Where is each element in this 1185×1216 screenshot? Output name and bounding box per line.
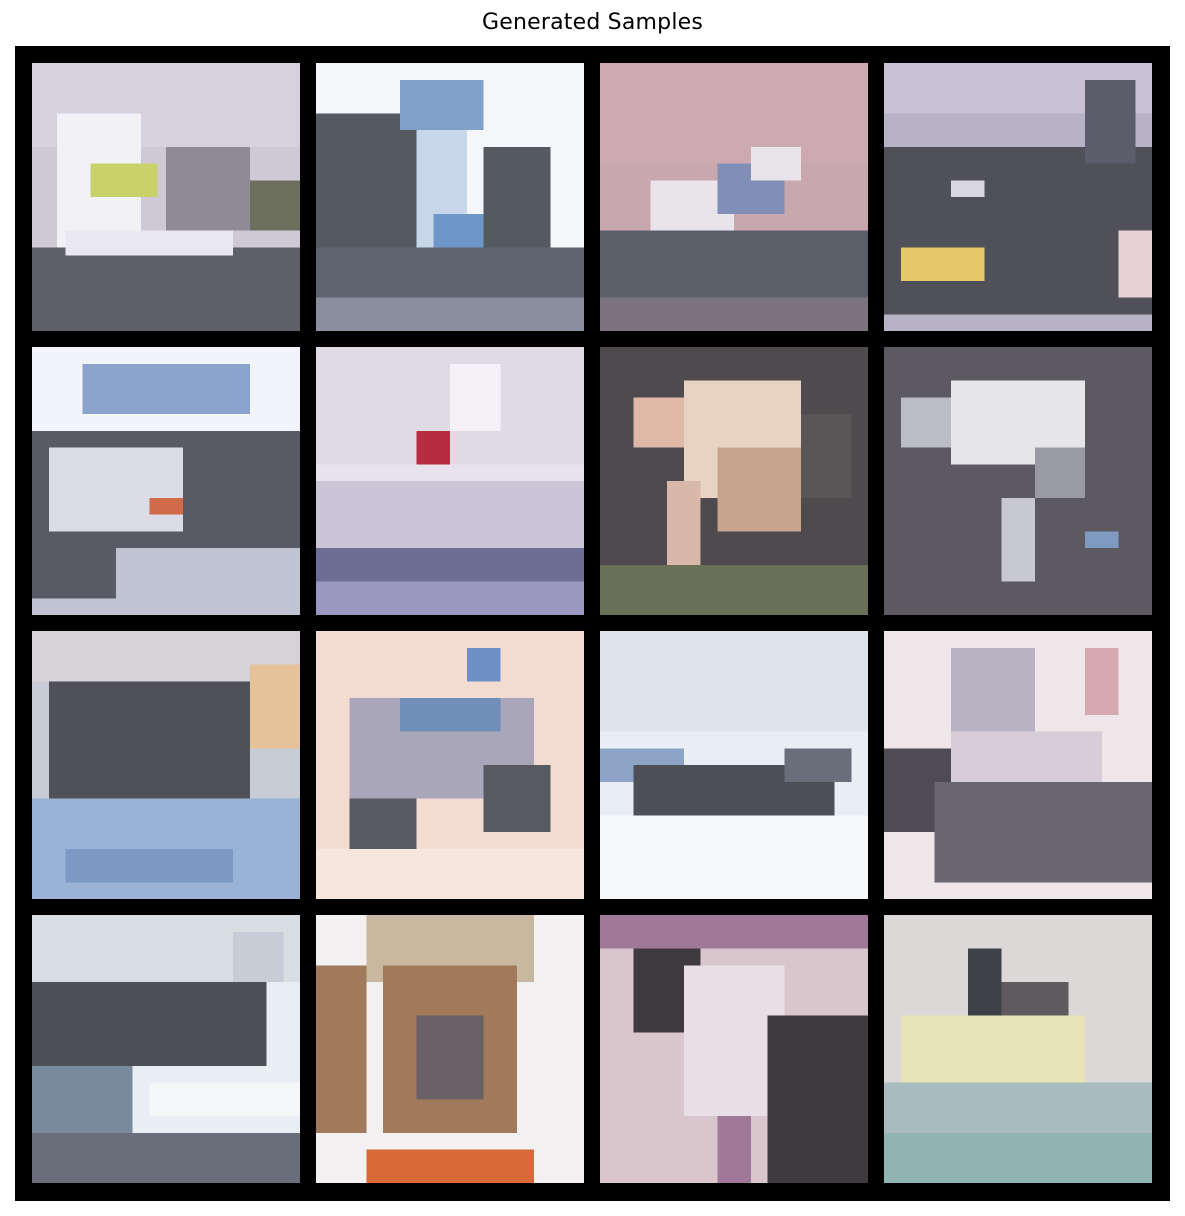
sample-image-11	[600, 631, 868, 899]
sample-image-8	[884, 347, 1152, 615]
figure-title: Generated Samples	[481, 10, 704, 35]
sample-image-2	[316, 63, 584, 331]
sample-image-1	[32, 63, 300, 331]
sample-image-16	[884, 915, 1152, 1183]
sample-image-12	[884, 631, 1152, 899]
sample-image-6	[316, 347, 584, 615]
sample-image-9	[32, 631, 300, 899]
sample-image-15	[600, 915, 868, 1183]
sample-image-3	[600, 63, 868, 331]
sample-image-10	[316, 631, 584, 899]
sample-image-7	[600, 347, 868, 615]
sample-image-13	[32, 915, 300, 1183]
sample-image-4	[884, 63, 1152, 331]
sample-image-5	[32, 347, 300, 615]
figure: Generated Samples	[0, 0, 1185, 1216]
sample-image-14	[316, 915, 584, 1183]
sample-grid	[15, 46, 1170, 1201]
